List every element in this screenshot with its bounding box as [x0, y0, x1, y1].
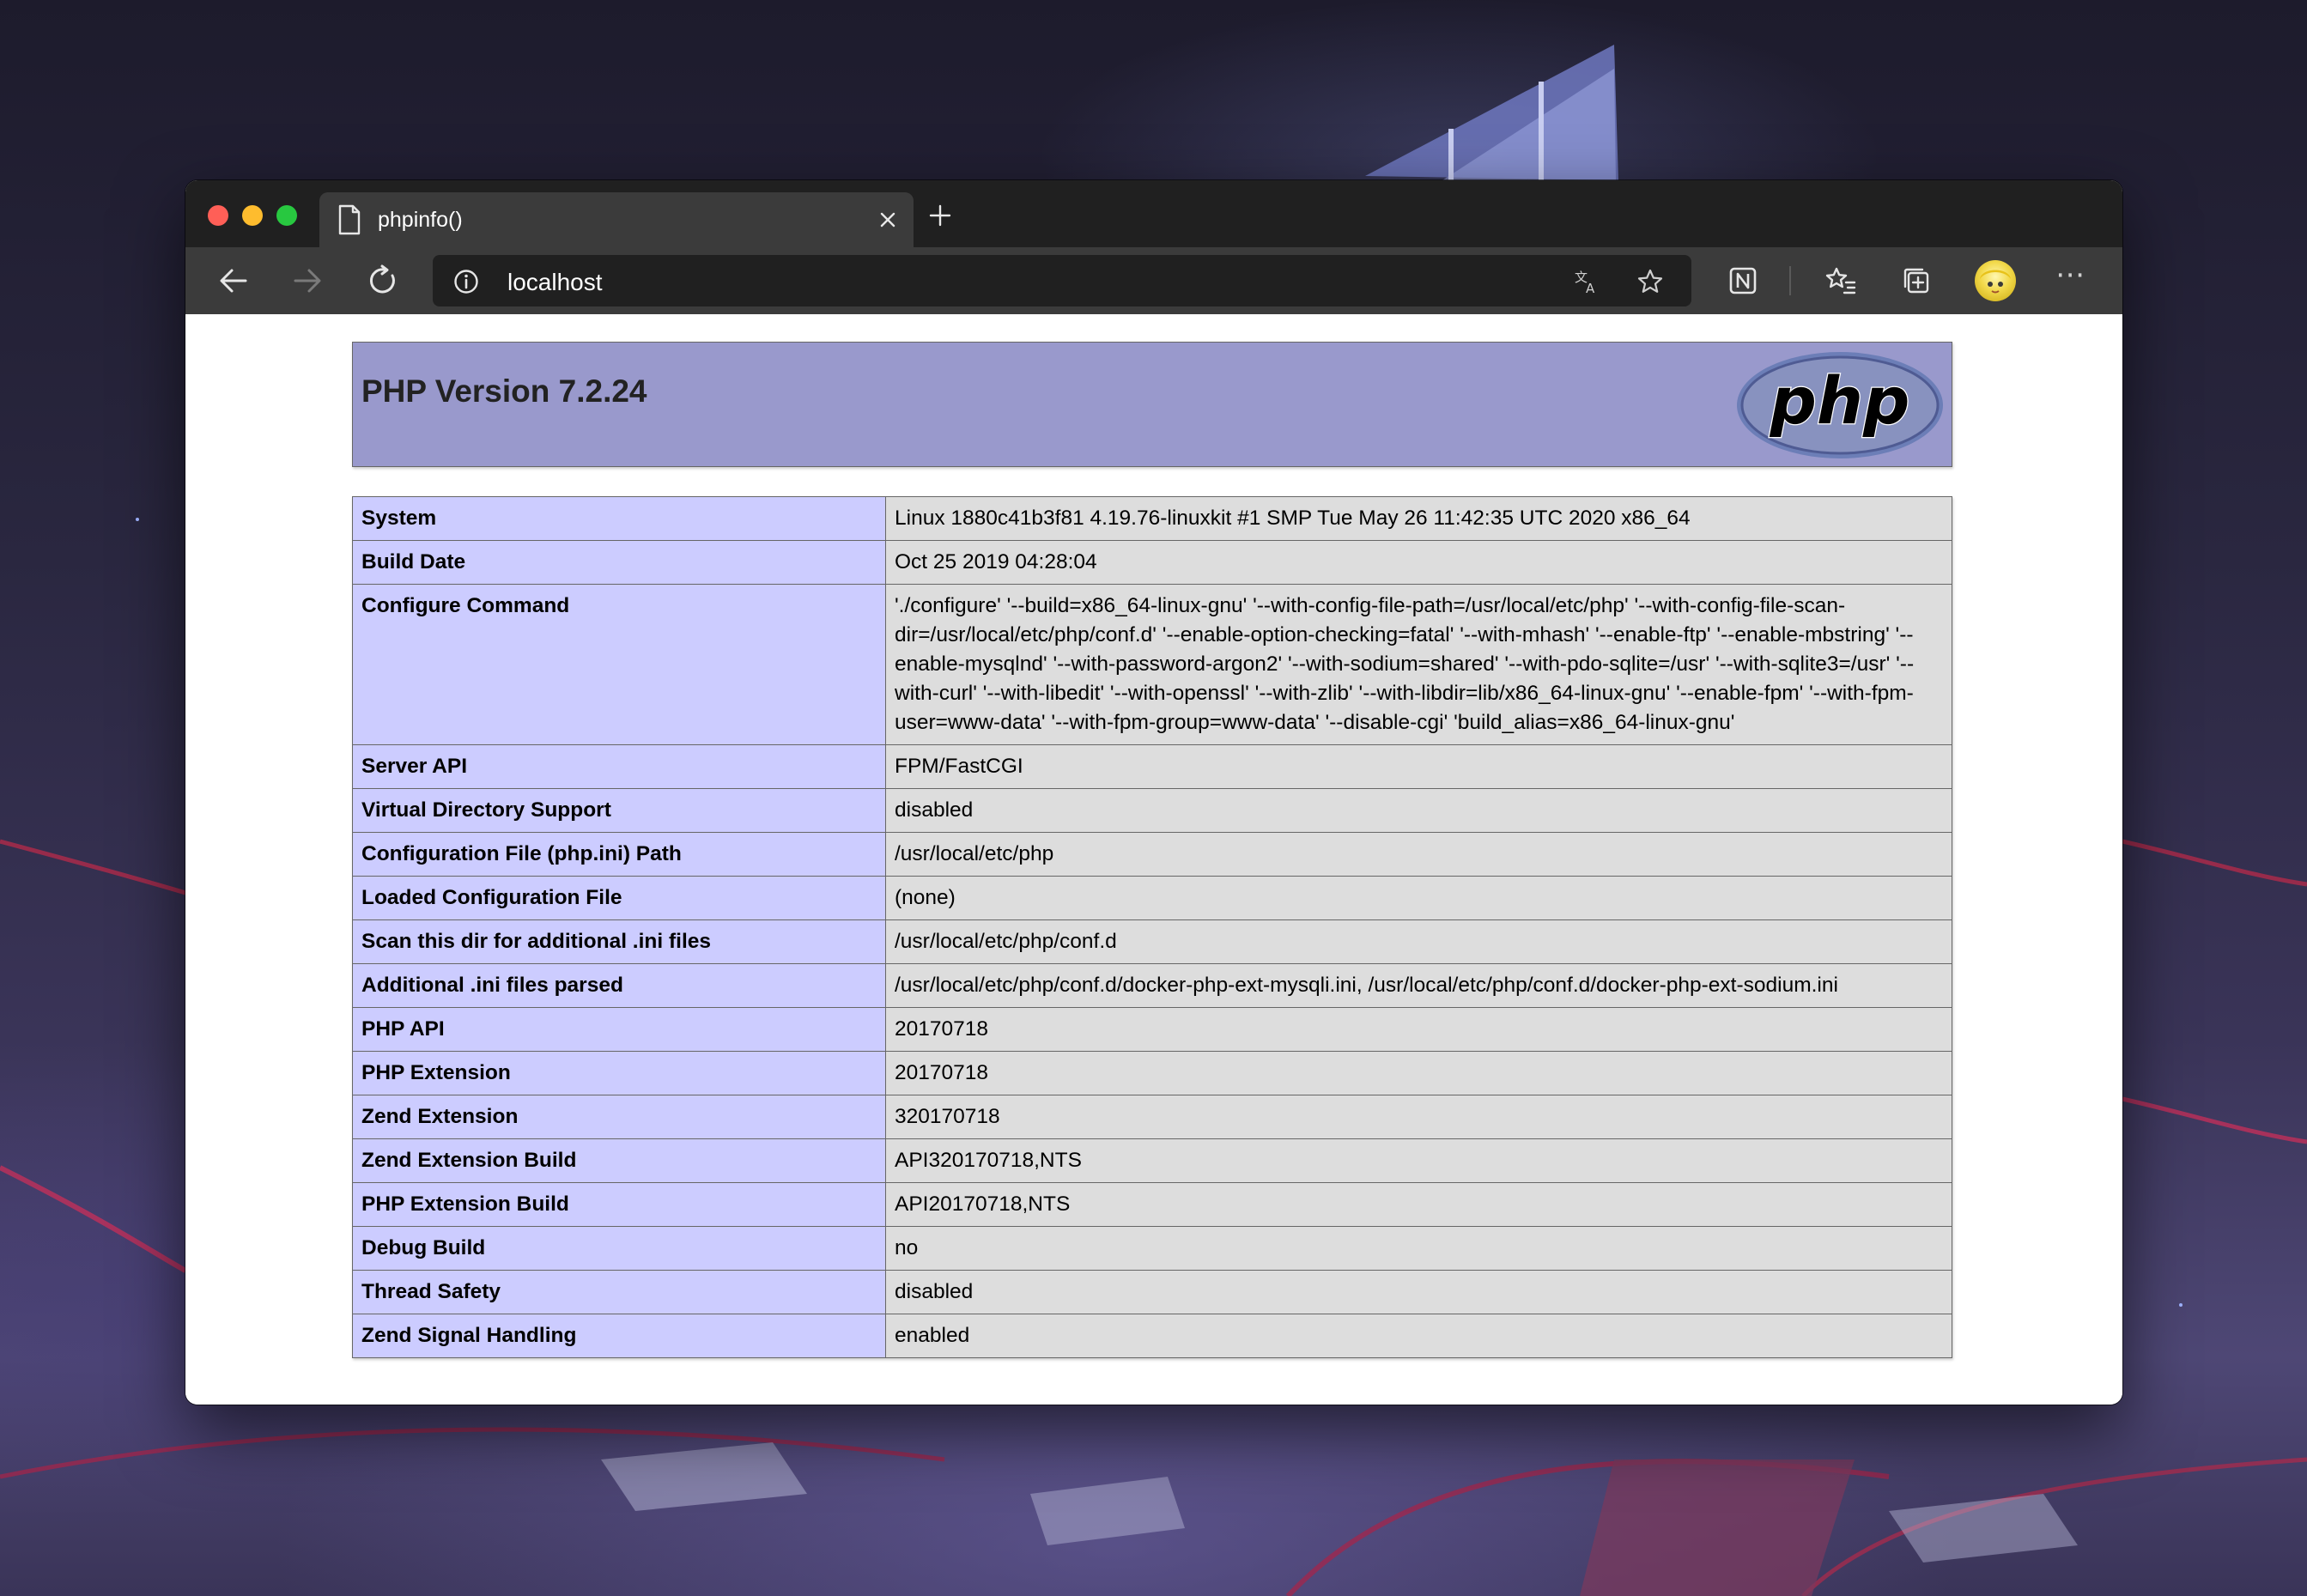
row-key: Debug Build — [352, 1226, 886, 1271]
table-row: Zend Signal Handling enabled — [352, 1314, 1952, 1358]
row-key: Zend Extension — [352, 1095, 886, 1139]
close-window-button[interactable] — [208, 205, 228, 226]
profile-picture — [1980, 270, 2011, 294]
table-row: System Linux 1880c41b3f81 4.19.76-linuxki… — [352, 496, 1952, 541]
row-value: no — [885, 1226, 1952, 1271]
row-value: API320170718,NTS — [885, 1138, 1952, 1183]
table-row: Virtual Directory Support disabled — [352, 788, 1952, 833]
table-row: PHP Extension Build API20170718,NTS — [352, 1182, 1952, 1227]
row-value: /usr/local/etc/php — [885, 832, 1952, 877]
table-row: Server API FPM/FastCGI — [352, 744, 1952, 789]
collections-icon[interactable] — [1899, 264, 1934, 298]
minimize-window-button[interactable] — [242, 205, 263, 226]
php-logo[interactable]: php — [1735, 349, 1945, 461]
row-key: Configure Command — [352, 584, 886, 745]
table-row: Additional .ini files parsed/usr/local/e… — [352, 963, 1952, 1008]
table-row: Configure Command './configure' '--build=… — [352, 584, 1952, 745]
table-row: Configuration File (php.ini) Path/usr/lo… — [352, 832, 1952, 877]
row-value: /usr/local/etc/php/conf.d/docker-php-ext… — [885, 963, 1952, 1008]
row-key: Zend Extension Build — [352, 1138, 886, 1183]
forward-arrow-icon[interactable] — [290, 264, 325, 298]
more-icon[interactable]: ⋯ — [2055, 258, 2086, 292]
favorites-icon[interactable] — [1824, 264, 1858, 298]
row-value: 20170718 — [885, 1007, 1952, 1052]
plus-icon[interactable] — [929, 204, 951, 227]
zoom-window-button[interactable] — [276, 205, 297, 226]
navigation-toolbar: localhost 文 A ⋯ — [185, 247, 2122, 314]
row-key: System — [352, 496, 886, 541]
back-arrow-icon[interactable] — [216, 264, 251, 298]
url-text[interactable]: localhost — [507, 269, 603, 296]
row-value: 20170718 — [885, 1051, 1952, 1095]
row-key: Virtual Directory Support — [352, 788, 886, 833]
address-bar[interactable]: localhost 文 A — [433, 255, 1691, 306]
title-bar: phpinfo() — [185, 180, 2122, 247]
row-key: Configuration File (php.ini) Path — [352, 832, 886, 877]
row-value: /usr/local/etc/php/conf.d — [885, 919, 1952, 964]
toolbar-divider — [1789, 266, 1791, 295]
table-row: Zend Extension 320170718 — [352, 1095, 1952, 1139]
row-key: Zend Signal Handling — [352, 1314, 886, 1358]
avatar[interactable] — [1975, 260, 2016, 301]
table-row: Thread Safety disabled — [352, 1270, 1952, 1314]
table-row: PHP API 20170718 — [352, 1007, 1952, 1052]
row-value: disabled — [885, 1270, 1952, 1314]
row-value: Oct 25 2019 04:28:04 — [885, 540, 1952, 585]
row-key: Loaded Configuration File — [352, 876, 886, 920]
row-key: Build Date — [352, 540, 886, 585]
row-key: Additional .ini files parsed — [352, 963, 886, 1008]
translate-icon[interactable]: 文 A — [1573, 268, 1600, 295]
row-value: API20170718,NTS — [885, 1182, 1952, 1227]
notion-icon[interactable] — [1726, 264, 1760, 298]
row-value: './configure' '--build=x86_64-linux-gnu'… — [885, 584, 1952, 745]
row-value: 320170718 — [885, 1095, 1952, 1139]
refresh-icon[interactable] — [366, 264, 400, 298]
tab-title: phpinfo() — [378, 208, 463, 232]
row-key: PHP Extension Build — [352, 1182, 886, 1227]
row-value: (none) — [885, 876, 1952, 920]
page-icon — [338, 204, 361, 235]
row-key: Server API — [352, 744, 886, 789]
page-title: PHP Version 7.2.24 — [361, 373, 647, 409]
star-icon[interactable] — [1636, 268, 1664, 295]
row-value: Linux 1880c41b3f81 4.19.76-linuxkit #1 S… — [885, 496, 1952, 541]
close-icon[interactable] — [879, 211, 896, 228]
row-value: enabled — [885, 1314, 1952, 1358]
table-row: PHP Extension 20170718 — [352, 1051, 1952, 1095]
table-row: Zend Extension Build API320170718,NTS — [352, 1138, 1952, 1183]
page-viewport[interactable]: PHP Version 7.2.24 php System Linux 1880c… — [185, 314, 2122, 1405]
tab-phpinfo[interactable]: phpinfo() — [319, 192, 914, 247]
table-row: Build Date Oct 25 2019 04:28:04 — [352, 540, 1952, 585]
table-row: Scan this dir for additional .ini files /… — [352, 919, 1952, 964]
row-key: Scan this dir for additional .ini files — [352, 919, 886, 964]
php-logo-text: php — [1770, 362, 1910, 439]
table-row: Loaded Configuration File (none) — [352, 876, 1952, 920]
row-value: FPM/FastCGI — [885, 744, 1952, 789]
row-key: PHP Extension — [352, 1051, 886, 1095]
php-version-header: PHP Version 7.2.24 php — [352, 342, 1952, 467]
svg-text:A: A — [1586, 281, 1595, 295]
row-key: Thread Safety — [352, 1270, 886, 1314]
table-row: Debug Build no — [352, 1226, 1952, 1271]
browser-window: phpinfo() localhost 文 A ⋯ PHP Version 7.… — [185, 180, 2122, 1405]
php-info-table: System Linux 1880c41b3f81 4.19.76-linuxki… — [352, 496, 1952, 1358]
info-icon[interactable] — [453, 269, 479, 294]
row-value: disabled — [885, 788, 1952, 833]
row-key: PHP API — [352, 1007, 886, 1052]
